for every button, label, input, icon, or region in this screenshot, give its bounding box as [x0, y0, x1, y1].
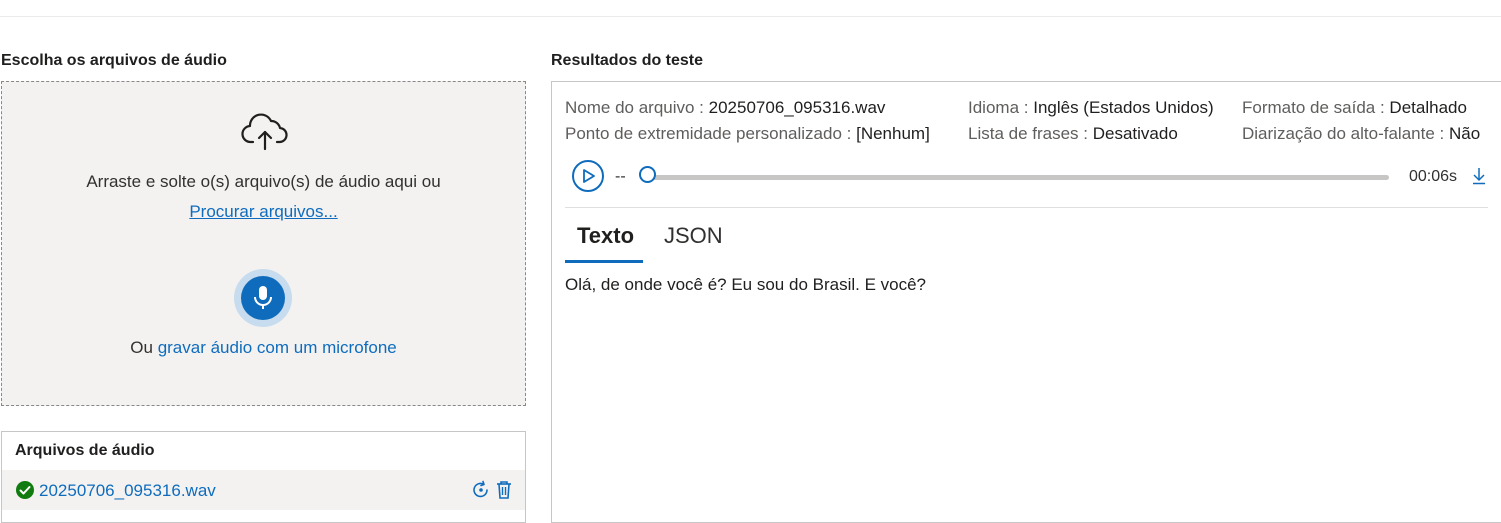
- test-results-title: Resultados do teste: [551, 52, 704, 69]
- tab-texto[interactable]: Texto: [577, 223, 634, 249]
- check-circle-icon: [15, 480, 35, 500]
- meta-output-format: Formato de saída : Detalhado: [1242, 98, 1467, 118]
- record-audio-link[interactable]: gravar áudio com um microfone: [158, 338, 397, 357]
- meta-phrase-list-key: Lista de frases :: [968, 124, 1089, 143]
- meta-diarization-key: Diarização do alto-falante :: [1242, 124, 1445, 143]
- meta-language-key: Idioma :: [968, 98, 1029, 117]
- results-panel: Nome do arquivo : 20250706_095316.wav Po…: [551, 81, 1501, 523]
- meta-endpoint: Ponto de extremidade personalizado : [Ne…: [565, 124, 930, 144]
- retry-icon[interactable]: [471, 480, 491, 500]
- active-tab-indicator: [565, 260, 643, 263]
- microphone-icon: [254, 286, 272, 309]
- file-list-item[interactable]: 20250706_095316.wav: [2, 470, 525, 510]
- meta-phrase-list-value: Desativado: [1092, 124, 1178, 143]
- audio-progress-track[interactable]: [649, 175, 1389, 180]
- meta-diarization: Diarização do alto-falante : Não: [1242, 124, 1480, 144]
- record-microphone-button[interactable]: [241, 276, 285, 320]
- meta-endpoint-value: [Nenhum]: [856, 124, 930, 143]
- meta-diarization-value: Não: [1448, 124, 1481, 143]
- audio-files-title: Arquivos de áudio: [15, 442, 155, 459]
- browse-files-link[interactable]: Procurar arquivos...: [189, 202, 337, 221]
- transcription-text: Olá, de onde você é? Eu sou do Brasil. E…: [565, 275, 927, 294]
- audio-dropzone[interactable]: Arraste e solte o(s) arquivo(s) de áudio…: [1, 81, 526, 406]
- audio-progress-thumb[interactable]: [639, 166, 656, 183]
- play-button[interactable]: [572, 160, 604, 192]
- player-divider: [565, 207, 1488, 208]
- meta-file-name-key: Nome do arquivo :: [565, 98, 704, 117]
- choose-files-title: Escolha os arquivos de áudio: [1, 52, 227, 69]
- current-time: --: [615, 168, 626, 185]
- audio-files-panel: Arquivos de áudio 20250706_095316.wav: [1, 431, 526, 523]
- file-name-link[interactable]: 20250706_095316.wav: [39, 481, 216, 501]
- record-prefix: Ou: [130, 338, 153, 357]
- download-icon[interactable]: [1471, 167, 1487, 185]
- meta-phrase-list: Lista de frases : Desativado: [968, 124, 1178, 144]
- tab-json[interactable]: JSON: [664, 223, 723, 249]
- play-icon: [583, 169, 595, 183]
- record-instructions: Ou gravar áudio com um microfone: [2, 338, 525, 358]
- meta-output-format-value: Detalhado: [1389, 98, 1467, 117]
- meta-file-name-value: 20250706_095316.wav: [708, 98, 886, 117]
- browse-files-link-row: Procurar arquivos...: [2, 202, 525, 222]
- top-divider: [0, 16, 1501, 17]
- meta-output-format-key: Formato de saída :: [1242, 98, 1385, 117]
- trash-icon[interactable]: [495, 480, 513, 500]
- meta-file-name: Nome do arquivo : 20250706_095316.wav: [565, 98, 885, 118]
- meta-language: Idioma : Inglês (Estados Unidos): [968, 98, 1214, 118]
- total-duration: 00:06s: [1409, 168, 1458, 185]
- meta-language-value: Inglês (Estados Unidos): [1033, 98, 1214, 117]
- cloud-upload-icon: [241, 112, 289, 152]
- drop-instructions: Arraste e solte o(s) arquivo(s) de áudio…: [86, 172, 441, 191]
- meta-endpoint-key: Ponto de extremidade personalizado :: [565, 124, 852, 143]
